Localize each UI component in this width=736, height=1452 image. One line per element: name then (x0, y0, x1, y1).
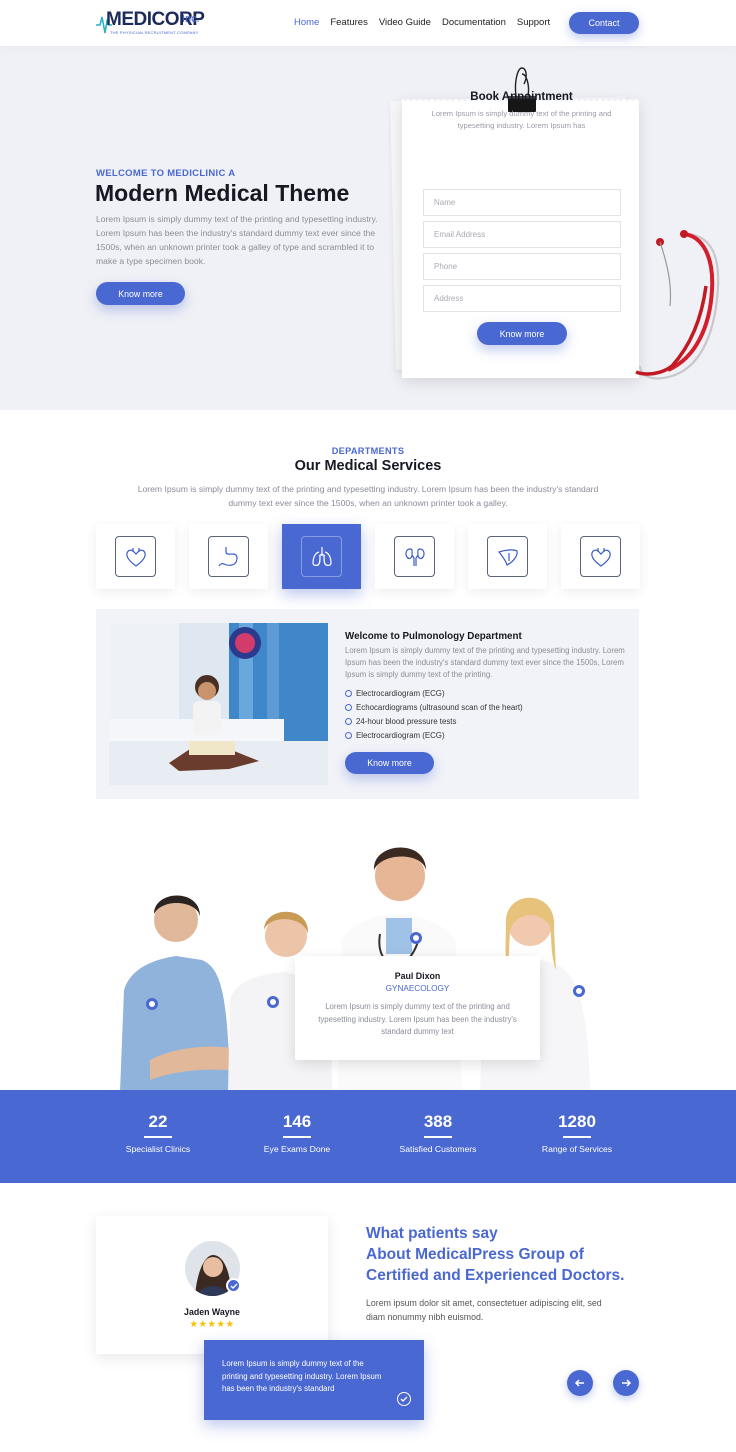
hotspot-marker-icon[interactable] (410, 932, 422, 944)
stethoscope-icon (635, 230, 720, 380)
list-item: Echocardiograms (ultrasound scan of the … (345, 700, 523, 714)
testimonial-quote: Lorem Ipsum is simply dummy text of the … (204, 1340, 424, 1420)
address-field[interactable]: Address (423, 285, 621, 312)
stat-satisfied-customers: 388 Satisfied Customers (373, 1112, 503, 1154)
email-field[interactable]: Email Address (423, 221, 621, 248)
stat-label: Satisfied Customers (399, 1143, 477, 1154)
brand-tagline: THE PHYSICIAN RECRUITMENT COMPANY (110, 30, 199, 35)
hero-title: Modern Medical Theme (95, 180, 350, 206)
reviewer-name: Jaden Wayne (184, 1307, 240, 1317)
kidneys-icon (394, 536, 435, 577)
doctor-specialty: GYNAECOLOGY (385, 984, 450, 993)
stats-band: 22 Specialist Clinics 146 Eye Exams Done… (0, 1090, 736, 1183)
hero-know-more-button[interactable]: Know more (96, 282, 185, 305)
doctor-name: Paul Dixon (394, 971, 441, 981)
departments-kicker: DEPARTMENTS (331, 446, 405, 456)
nav-link-documentation[interactable]: Documentation (442, 17, 506, 28)
heading-line: Certified and Experienced Doctors. (366, 1267, 625, 1284)
dept-card-cardiology-2[interactable] (561, 524, 640, 589)
bullet-circle-icon (345, 689, 352, 697)
department-detail-title: Welcome to Pulmonology Department (345, 631, 522, 642)
department-know-more-button[interactable]: Know more (345, 752, 434, 774)
quote-text: Lorem Ipsum is simply dummy text of the … (222, 1359, 382, 1393)
nav-link-video-guide[interactable]: Video Guide (379, 17, 431, 28)
bullet-circle-icon (345, 717, 352, 725)
departments-title: Our Medical Services (294, 458, 442, 474)
testimonial-heading: What patients say About MedicalPress Gro… (366, 1223, 656, 1286)
hero-kicker: WELCOME TO MEDICLINIC A (96, 168, 236, 179)
verified-check-icon (226, 1278, 241, 1293)
dept-card-pulmonology[interactable] (282, 524, 361, 589)
heart-icon (580, 536, 621, 577)
arrow-left-icon (574, 1379, 584, 1387)
phone-field[interactable]: Phone (423, 253, 621, 280)
stat-specialist-clinics: 22 Specialist Clinics (93, 1112, 223, 1154)
name-field[interactable]: Name (423, 189, 621, 216)
prev-testimonial-button[interactable] (567, 1370, 593, 1396)
department-service-list: Electrocardiogram (ECG) Echocardiograms … (345, 686, 523, 742)
stat-label: Range of Services (541, 1143, 613, 1154)
check-circle-icon (397, 1392, 411, 1406)
stat-divider (424, 1136, 452, 1138)
hero-text: Lorem Ipsum is simply dummy text of the … (96, 214, 378, 266)
stat-label: Specialist Clinics (125, 1143, 191, 1154)
stat-value: 388 (423, 1112, 453, 1131)
patient-photo (109, 623, 328, 785)
stat-label: Eye Exams Done (263, 1143, 331, 1154)
nav-link-home[interactable]: Home (294, 17, 319, 28)
dept-card-nephrology[interactable] (375, 524, 454, 589)
liver-icon (487, 536, 528, 577)
appointment-title: Book Appointment (470, 91, 573, 103)
stat-divider (563, 1136, 591, 1138)
doctor-info-card: Paul Dixon GYNAECOLOGY Lorem Ipsum is si… (295, 956, 540, 1060)
hotspot-marker-icon[interactable] (573, 985, 585, 997)
list-item: 24-hour blood pressure tests (345, 714, 523, 728)
stomach-icon (208, 536, 249, 577)
arrow-right-icon (622, 1379, 632, 1387)
list-item: Electrocardiogram (ECG) (345, 728, 523, 742)
brand-suffix: Inc. (182, 13, 200, 25)
hotspot-marker-icon[interactable] (146, 998, 158, 1010)
hotspot-marker-icon[interactable] (267, 996, 279, 1008)
stat-divider (283, 1136, 311, 1138)
dept-card-gastro[interactable] (189, 524, 268, 589)
departments-text: Lorem Ipsum is simply dummy text of the … (137, 484, 599, 508)
appointment-know-more-button[interactable]: Know more (477, 322, 567, 345)
binder-clip-icon (508, 67, 536, 112)
contact-button[interactable]: Contact (569, 12, 639, 34)
star-rating: ★★★★★ (189, 1319, 235, 1330)
stat-eye-exams: 146 Eye Exams Done (232, 1112, 362, 1154)
heart-icon (115, 536, 156, 577)
appointment-subtitle: Lorem Ipsum is simply dummy text of the … (431, 109, 612, 130)
heading-line: About MedicalPress Group of (366, 1246, 584, 1263)
next-testimonial-button[interactable] (613, 1370, 639, 1396)
stat-value: 146 (282, 1112, 312, 1131)
nav-link-support[interactable]: Support (517, 17, 550, 28)
stat-divider (144, 1136, 172, 1138)
top-navbar: MEDICORP Inc. THE PHYSICIAN RECRUITMENT … (0, 0, 736, 46)
doctor-description: Lorem Ipsum is simply dummy text of the … (318, 1002, 517, 1036)
bullet-circle-icon (345, 703, 352, 711)
stat-value: 1280 (558, 1112, 596, 1131)
nav-menu: Home Features Video Guide Documentation … (294, 17, 561, 28)
stat-value: 22 (148, 1112, 168, 1131)
dept-card-hepatology[interactable] (468, 524, 547, 589)
brand-logo[interactable]: MEDICORP Inc. THE PHYSICIAN RECRUITMENT … (96, 9, 206, 39)
bullet-circle-icon (345, 731, 352, 739)
lungs-icon (301, 536, 342, 577)
list-item: Electrocardiogram (ECG) (345, 686, 523, 700)
stat-range-of-services: 1280 Range of Services (512, 1112, 642, 1154)
heading-line: What patients say (366, 1225, 498, 1242)
nav-link-features[interactable]: Features (330, 17, 368, 28)
department-detail-text: Lorem Ipsum is simply dummy text of the … (345, 646, 625, 679)
dept-card-cardiology[interactable] (96, 524, 175, 589)
testimonial-subtext: Lorem ipsum dolor sit amet, consectetuer… (366, 1298, 602, 1322)
